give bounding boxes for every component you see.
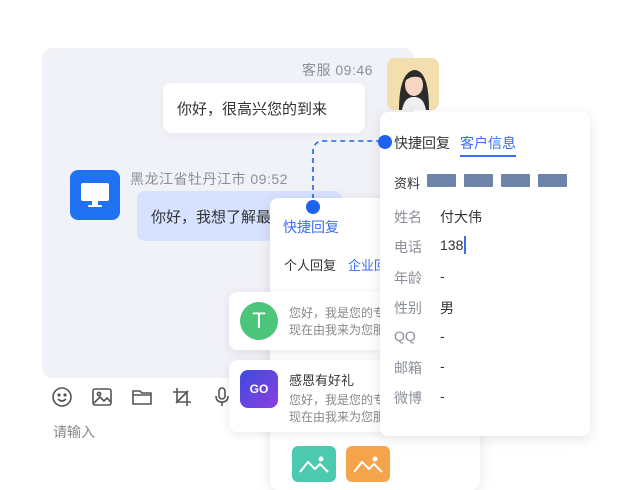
visitor-avatar [70,170,120,220]
card-text-line: 您好，我是您的专属客服 [289,306,389,320]
text-caret [464,236,466,254]
agent-message-bubble: 你好，很高兴您的到来 [163,83,365,133]
visitor-message-meta: 黑龙江省牡丹江市 09:52 [130,171,288,187]
image-reply-tile[interactable] [292,446,336,482]
tab-quick-reply[interactable]: 快捷回复 [394,133,450,153]
field-value-name[interactable]: 付大伟 [440,207,482,227]
card-text-line: 现在由我来为您服务 [289,323,389,337]
field-label-age: 年龄 [394,270,422,286]
go-gift-icon: GO [240,370,278,408]
active-tab-indicator [460,155,516,157]
image-reply-tile[interactable] [346,446,390,482]
monitor-icon [81,183,109,207]
profile-placeholder-bar [501,174,530,187]
agent-portrait-icon [387,58,439,110]
field-value-email[interactable]: - [440,358,445,374]
field-label-email: 邮箱 [394,360,422,376]
folder-icon[interactable] [131,386,153,408]
field-value-gender[interactable]: 男 [440,298,454,318]
card-text-line: 您好，我是您的专属客服 [289,393,389,407]
profile-label: 资料 [394,176,421,191]
field-label-weibo: 微博 [394,390,422,406]
visitor-message-text: 你好，我想了解最新 [151,208,287,226]
tab-customer-info[interactable]: 客户信息 [460,133,516,153]
crop-icon[interactable] [171,386,193,408]
agent-message-meta: 客服 09:46 [302,62,373,78]
card-text-line: 现在由我来为您服务 [289,410,389,424]
profile-placeholder-bar [427,174,456,187]
field-label-gender: 性别 [394,300,422,316]
quick-reply-card[interactable]: GO 感恩有好礼 您好，我是您的专属客服 现在由我来为您服务 [229,360,389,432]
go-icon-text: GO [249,382,269,396]
field-value-age[interactable]: - [440,268,445,284]
image-icon[interactable] [91,386,113,408]
chat-input[interactable]: 请输入 [53,422,95,442]
field-label-qq: QQ [394,328,416,344]
connector-dot [378,135,392,149]
emoji-icon[interactable] [51,386,73,408]
tab-personal-reply[interactable]: 个人回复 [284,255,336,274]
landscape-image-icon [353,456,383,473]
connector-dot [306,200,320,214]
field-value-phone[interactable]: 138 [440,237,463,253]
landscape-image-icon [299,456,329,473]
profile-placeholder-bar [538,174,567,187]
agent-avatar [387,58,439,110]
field-value-qq[interactable]: - [440,328,445,344]
agent-message-text: 你好，很高兴您的到来 [177,100,328,118]
profile-placeholder-bar [464,174,493,187]
field-label-phone: 电话 [394,239,422,255]
t-avatar-icon: T [240,302,278,340]
field-value-weibo[interactable]: - [440,388,445,404]
card-title: 感恩有好礼 [289,373,355,388]
quick-reply-card[interactable]: T 您好，我是您的专属客服 现在由我来为您服务 [229,292,389,350]
field-label-name: 姓名 [394,209,422,225]
quick-reply-title: 快捷回复 [283,219,339,235]
